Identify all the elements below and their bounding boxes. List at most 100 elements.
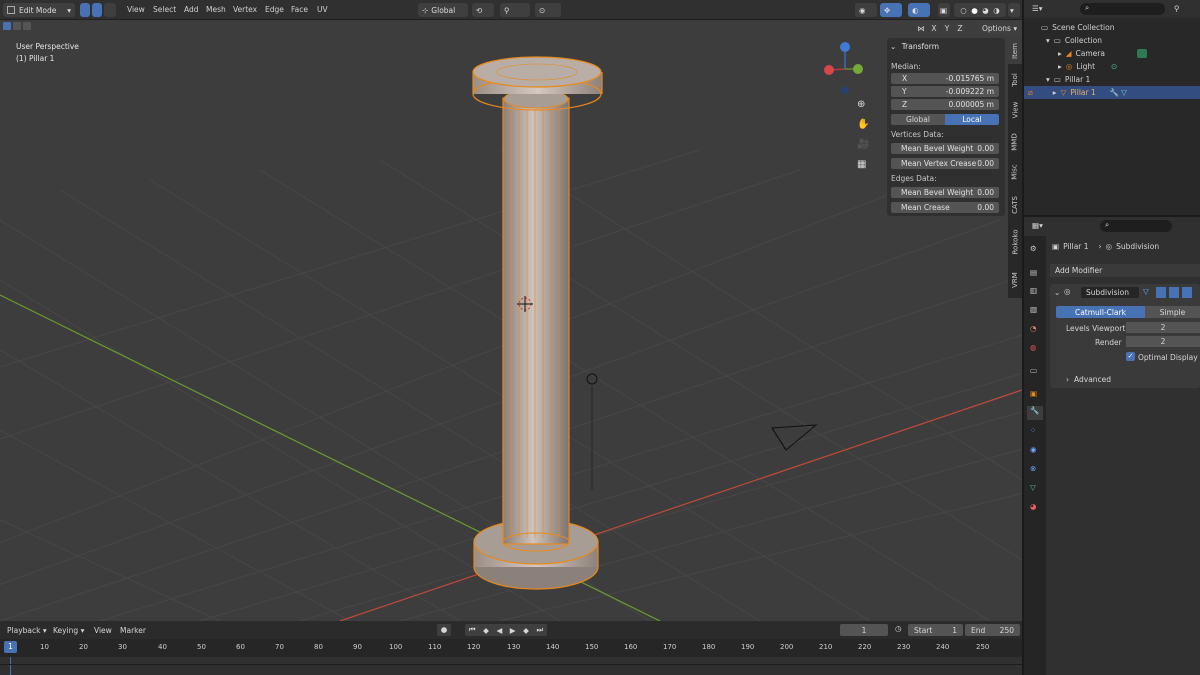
modifier-wrench-icon[interactable]: 🔧 (1110, 88, 1119, 97)
tab-mmd[interactable]: MMD (1008, 128, 1022, 156)
editor-type-icon[interactable]: ☰▾ (1032, 4, 1043, 13)
chevron-down-icon[interactable]: ⌄ (1054, 288, 1060, 297)
mirror-x-toggle[interactable]: X (929, 23, 939, 33)
median-x-field[interactable]: X -0.015765 m (891, 73, 999, 84)
optimal-display-checkbox[interactable]: ✓ (1126, 352, 1135, 361)
light-data-icon[interactable]: ⊙ (1111, 62, 1117, 71)
select-box-icon[interactable] (3, 22, 11, 30)
camera-data-icon[interactable] (1136, 49, 1147, 58)
snap-toggle[interactable]: ⚲ (500, 3, 530, 17)
ortho-grid-icon[interactable]: ▦ (857, 159, 866, 170)
outliner-row-collection[interactable]: ▾ ▭ Collection (1024, 34, 1200, 47)
edge-select-button[interactable] (92, 3, 102, 17)
advanced-section-label[interactable]: Advanced (1074, 375, 1111, 384)
edit-mode-toggle-icon[interactable]: ▽ (1143, 287, 1153, 298)
prev-keyframe-icon[interactable]: ◆ (483, 626, 489, 635)
view-menu[interactable]: View (94, 626, 112, 635)
pillar-mesh[interactable] (472, 56, 603, 590)
world-tab-icon[interactable]: ◍ (1030, 343, 1037, 352)
orientation-dropdown[interactable]: ⊹ Global (418, 3, 468, 17)
face-select-button[interactable] (104, 3, 116, 17)
transform-section-header[interactable]: ⌄ Transform (890, 42, 939, 51)
median-z-field[interactable]: Z 0.000005 m (891, 99, 999, 110)
mean-bevel-weight-edge-field[interactable]: Mean Bevel Weight 0.00 (891, 187, 999, 198)
tab-cats[interactable]: CATS (1008, 190, 1022, 220)
render-toggle-icon[interactable] (1182, 287, 1192, 298)
outliner-row-camera[interactable]: ▸ ◢ Camera (1024, 47, 1200, 60)
menu-add[interactable]: Add (184, 5, 199, 14)
jump-end-icon[interactable]: ⏭ (536, 625, 543, 635)
playback-menu[interactable]: Playback ▾ (7, 626, 47, 635)
pivot-dropdown[interactable]: ⟲ (472, 3, 494, 17)
next-keyframe-icon[interactable]: ◆ (523, 626, 529, 635)
tab-misc[interactable]: Misc (1008, 158, 1022, 186)
jump-start-icon[interactable]: ⏮ (469, 625, 476, 635)
visibility-dropdown[interactable]: ◉ (855, 3, 877, 17)
modifier-name-field[interactable]: Subdivision (1081, 287, 1139, 298)
menu-select[interactable]: Select (153, 5, 176, 14)
menu-face[interactable]: Face (291, 5, 308, 14)
rendered-shading-icon[interactable]: ◑ (993, 6, 1000, 15)
material-shading-icon[interactable]: ◕ (982, 6, 989, 15)
outliner-search-input[interactable]: ⌕ (1080, 3, 1165, 15)
mean-crease-field[interactable]: Mean Crease 0.00 (891, 202, 999, 213)
overlay-toggle[interactable]: ◐ (908, 3, 930, 17)
output-tab-icon[interactable]: ▥ (1030, 286, 1037, 295)
current-frame-field[interactable]: 1 (840, 624, 888, 636)
median-y-field[interactable]: Y -0.009222 m (891, 86, 999, 97)
vertex-select-button[interactable] (80, 3, 90, 17)
light-object[interactable] (586, 373, 598, 490)
pan-hand-icon[interactable]: ✋ (857, 119, 869, 130)
tool-tab-icon[interactable]: ⚙ (1030, 244, 1037, 253)
play-reverse-icon[interactable]: ◀ (496, 626, 502, 635)
gizmo-toggle[interactable]: ✥ (880, 3, 902, 17)
filter-icon[interactable]: ⚲ (1174, 4, 1180, 13)
tab-vrm[interactable]: VRM (1008, 266, 1022, 294)
menu-vertex[interactable]: Vertex (233, 5, 257, 14)
menu-uv[interactable]: UV (317, 5, 328, 14)
playhead[interactable]: 1 (4, 641, 17, 653)
navigation-gizmo[interactable] (824, 42, 864, 94)
stopwatch-icon[interactable]: ◷ (895, 624, 902, 633)
render-tab-icon[interactable]: ▤ (1030, 268, 1037, 277)
collection-tab-icon[interactable]: ▭ (1030, 366, 1037, 375)
local-toggle[interactable]: Local (945, 114, 999, 125)
shading-modes[interactable]: ○ ● ◕ ◑ (954, 3, 1006, 17)
outliner-row-scene-collection[interactable]: ▭ Scene Collection (1024, 21, 1200, 34)
solid-shading-icon[interactable]: ● (971, 6, 978, 15)
select-extend-icon[interactable] (13, 22, 21, 30)
modifier-tab-icon[interactable]: 🔧 (1027, 406, 1043, 420)
options-dropdown[interactable]: Options ▾ (978, 22, 1022, 35)
3d-viewport[interactable]: User Perspective (1) Pillar 1 ⊕ ✋ 🎥 ▦ ⋈ … (0, 20, 1022, 621)
mesh-data-icon[interactable]: ▽ (1121, 88, 1127, 97)
physics-tab-icon[interactable]: ◉ (1030, 445, 1037, 454)
select-subtract-icon[interactable] (23, 22, 31, 30)
mirror-y-toggle[interactable]: Y (942, 23, 952, 33)
outliner-row-light[interactable]: ▸ ◎ Light ⊙ (1024, 60, 1200, 73)
object-tab-icon[interactable]: ▣ (1030, 389, 1037, 398)
tab-rokoko[interactable]: Rokoko (1008, 224, 1022, 260)
mean-vertex-crease-field[interactable]: Mean Vertex Crease 0.00 (891, 158, 999, 169)
tab-view[interactable]: View (1008, 96, 1022, 124)
view-layer-tab-icon[interactable]: ▧ (1030, 305, 1037, 314)
render-levels-field[interactable]: 2 (1126, 336, 1200, 347)
end-frame-field[interactable]: End 250 (965, 624, 1020, 636)
butterfly-icon[interactable]: ⋈ (916, 23, 926, 33)
keying-menu[interactable]: Keying ▾ (53, 626, 84, 635)
catmull-clark-toggle[interactable]: Catmull-Clark (1056, 306, 1145, 318)
timeline-ruler[interactable]: 1 10 20 30 40 50 60 70 80 90 100 110 120… (0, 639, 1022, 657)
shading-dropdown[interactable]: ▾ (1008, 3, 1020, 17)
tab-item[interactable]: Item (1008, 38, 1022, 64)
global-toggle[interactable]: Global (891, 114, 945, 125)
material-tab-icon[interactable]: ◕ (1030, 502, 1037, 511)
editor-type-icon[interactable]: ▦▾ (1032, 221, 1043, 230)
zoom-icon[interactable]: ⊕ (857, 99, 865, 110)
start-frame-field[interactable]: Start 1 (908, 624, 963, 636)
menu-edge[interactable]: Edge (265, 5, 284, 14)
simple-toggle[interactable]: Simple (1145, 306, 1200, 318)
add-modifier-button[interactable]: Add Modifier (1050, 264, 1200, 277)
mode-selector[interactable]: Edit Mode ▾ (3, 3, 75, 17)
constraints-tab-icon[interactable]: ⊗ (1030, 464, 1036, 473)
proportional-edit-toggle[interactable]: ⊙ (535, 3, 561, 17)
play-icon[interactable]: ▶ (510, 626, 516, 635)
